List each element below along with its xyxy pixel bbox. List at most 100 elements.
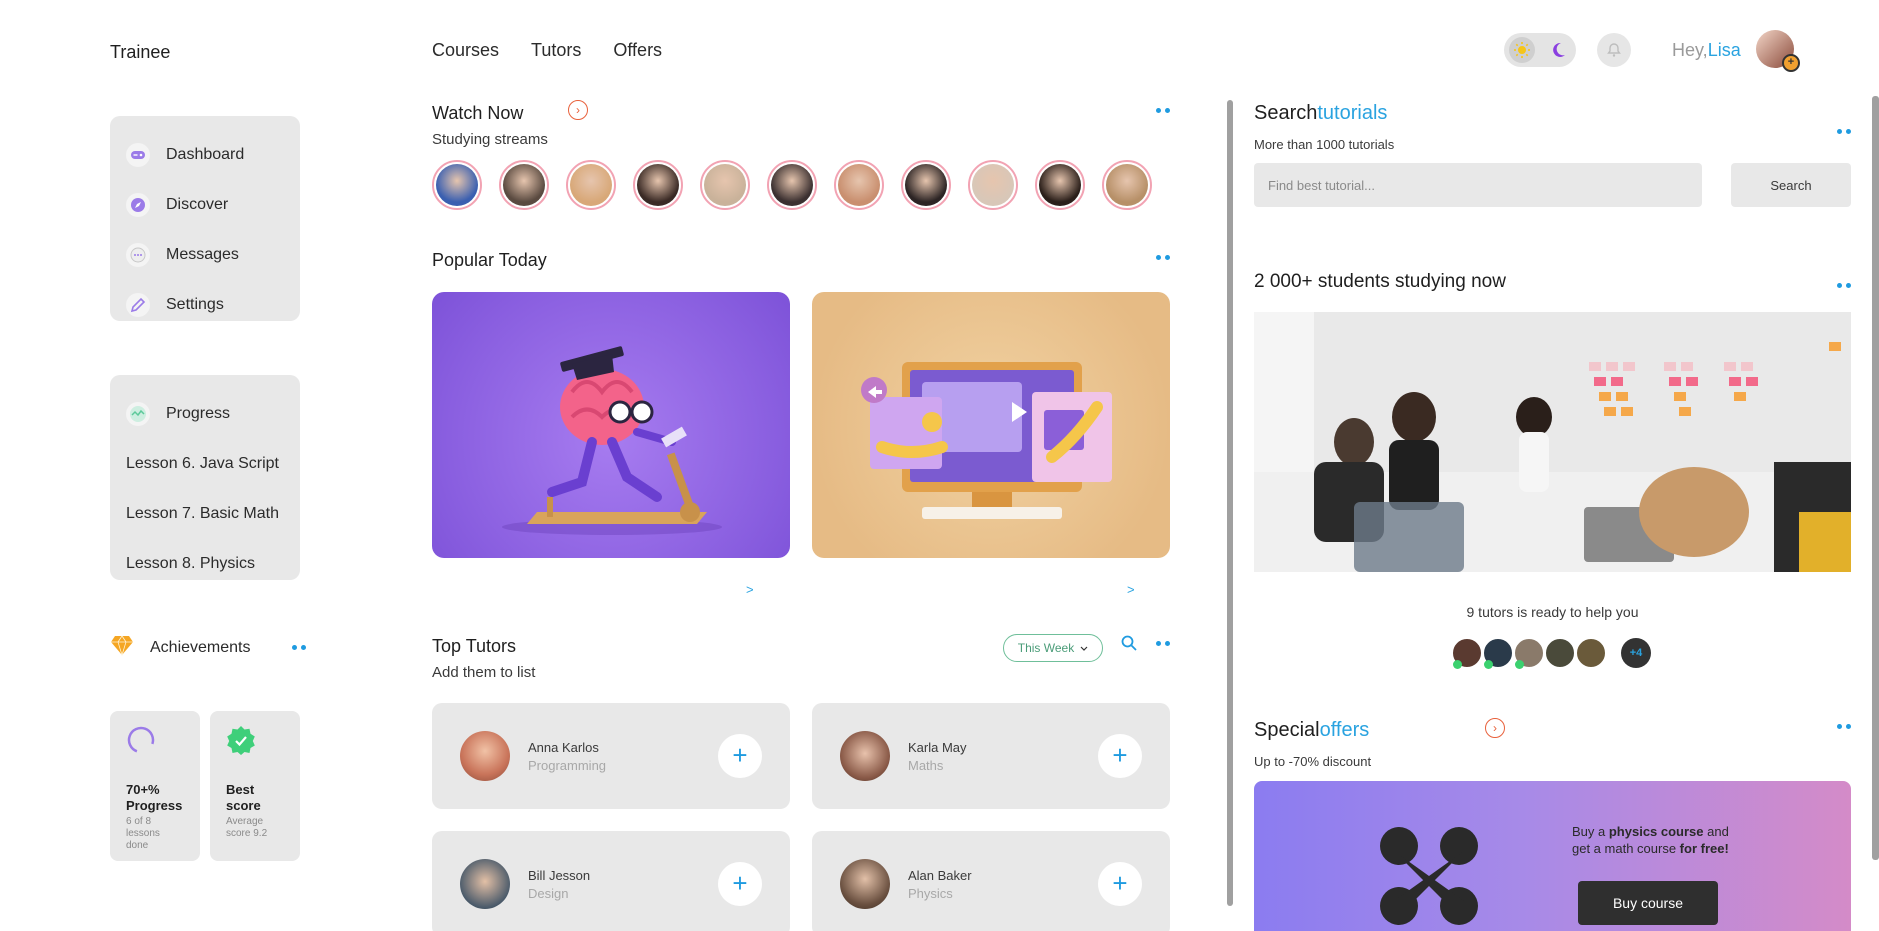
offer-promo-text: Buy a physics course and get a math cour… — [1572, 823, 1729, 857]
more-options-icon[interactable] — [292, 645, 306, 650]
computer-illustration — [861, 362, 1112, 519]
bell-icon[interactable] — [1597, 33, 1631, 67]
popular-card-computer[interactable] — [812, 292, 1170, 558]
user-name[interactable]: Lisa — [1708, 40, 1741, 60]
tutor-avatar — [840, 859, 890, 909]
stream-avatar[interactable] — [633, 160, 683, 210]
tutor-subject: Physics — [908, 885, 953, 901]
more-options-icon[interactable] — [1156, 255, 1170, 260]
more-tutors-badge[interactable]: +4 — [1621, 638, 1651, 668]
moon-icon[interactable] — [1545, 37, 1571, 63]
tutor-info: Bill Jesson Design — [528, 868, 590, 901]
stream-face — [637, 164, 679, 206]
sidebar-item-dashboard[interactable]: Dashboard — [126, 130, 284, 180]
title-main: Search — [1254, 102, 1318, 124]
achievement-card-progress[interactable]: 70+% Progress 6 of 8 lessons done — [110, 711, 200, 861]
tutors-ready-text: 9 tutors is ready to help you — [1466, 604, 1639, 620]
sidebar-item-label: Dashboard — [166, 146, 245, 163]
theme-toggle[interactable] — [1504, 33, 1576, 67]
promo-bold-free: for free! — [1679, 841, 1729, 856]
buy-course-button[interactable]: Buy course — [1578, 881, 1718, 925]
popular-card-brain[interactable] — [432, 292, 790, 558]
nav-tutors[interactable]: Tutors — [531, 40, 581, 61]
sidebar-item-messages[interactable]: Messages — [126, 230, 284, 280]
more-options-icon[interactable] — [1837, 724, 1851, 729]
online-indicator — [1515, 660, 1524, 669]
nav-offers[interactable]: Offers — [613, 40, 662, 61]
tutor-card[interactable]: Bill Jesson Design + — [432, 831, 790, 931]
stream-face — [436, 164, 478, 206]
title-accent: tutorials — [1317, 102, 1388, 124]
stream-list — [432, 160, 1152, 210]
progress-header[interactable]: Progress — [126, 389, 284, 439]
more-options-icon[interactable] — [1837, 283, 1851, 288]
progress-ring-icon — [126, 726, 156, 759]
offer-banner — [1254, 781, 1851, 931]
nav-courses[interactable]: Courses — [432, 40, 499, 61]
add-badge-icon[interactable]: + — [1782, 54, 1800, 72]
stream-avatar[interactable] — [834, 160, 884, 210]
page-scrollbar[interactable] — [1872, 96, 1879, 860]
search-input[interactable] — [1254, 163, 1702, 207]
chevron-right-icon[interactable]: > — [1127, 582, 1135, 597]
sidebar-item-label: Messages — [166, 246, 239, 263]
search-button[interactable]: Search — [1731, 163, 1851, 207]
stream-avatar[interactable] — [700, 160, 750, 210]
tutor-name: Alan Baker — [908, 867, 972, 883]
achievement-card-score[interactable]: Best score Average score 9.2 — [210, 711, 300, 861]
brain-treadmill-illustration — [502, 346, 722, 535]
stream-avatar[interactable] — [1035, 160, 1085, 210]
promo-pre: Buy a — [1572, 824, 1609, 839]
stream-avatar[interactable] — [566, 160, 616, 210]
online-indicator — [1453, 660, 1462, 669]
sidebar-item-discover[interactable]: Discover — [126, 180, 284, 230]
stream-avatar[interactable] — [1102, 160, 1152, 210]
tutor-info: Karla May Maths — [908, 740, 967, 773]
gamepad-icon — [126, 143, 150, 167]
top-tutors-title: Top Tutors — [432, 636, 517, 656]
tutor-card[interactable]: Alan Baker Physics + — [812, 831, 1170, 931]
promo-mid: and — [1703, 824, 1729, 839]
tutor-avatar-stack[interactable]: +4 — [1452, 638, 1651, 669]
add-tutor-button[interactable]: + — [1098, 862, 1142, 906]
arrow-right-icon[interactable]: › — [568, 100, 588, 120]
watch-now-title: Watch Now — [432, 103, 524, 123]
stream-avatar[interactable] — [968, 160, 1018, 210]
tutor-card[interactable]: Karla May Maths + — [812, 703, 1170, 809]
add-tutor-button[interactable]: + — [718, 862, 762, 906]
greeting-text: Hey, — [1672, 40, 1708, 60]
lesson-item[interactable]: Lesson 6. Java Script — [126, 439, 284, 489]
tutor-name: Anna Karlos — [528, 739, 599, 755]
search-tutorials-subtitle: More than 1000 tutorials — [1254, 137, 1395, 152]
stream-face — [838, 164, 880, 206]
stream-avatar[interactable] — [901, 160, 951, 210]
more-options-icon[interactable] — [1837, 129, 1851, 134]
tutor-face — [1545, 638, 1575, 668]
progress-label: Progress — [166, 405, 231, 422]
stream-avatar[interactable] — [432, 160, 482, 210]
tutor-card[interactable]: Anna Karlos Programming + — [432, 703, 790, 809]
add-tutor-button[interactable]: + — [718, 734, 762, 778]
sidebar-item-settings[interactable]: Settings — [126, 280, 284, 330]
stream-face — [704, 164, 746, 206]
search-tutorials-title: Searchtutorials — [1254, 102, 1387, 125]
more-options-icon[interactable] — [1156, 641, 1170, 646]
stream-avatar[interactable] — [767, 160, 817, 210]
tutor-info: Anna Karlos Programming — [528, 740, 606, 773]
lesson-item[interactable]: Lesson 7. Basic Math — [126, 489, 284, 539]
arrow-right-icon[interactable]: › — [1485, 718, 1505, 738]
app-logo[interactable]: Trainee — [110, 42, 170, 63]
lesson-item[interactable]: Lesson 8. Physics — [126, 539, 284, 589]
sun-icon[interactable] — [1509, 37, 1535, 63]
panel-scrollbar[interactable] — [1227, 100, 1233, 906]
chevron-right-icon[interactable]: > — [746, 582, 754, 597]
period-select[interactable]: This Week — [1003, 634, 1103, 662]
more-options-icon[interactable] — [1156, 108, 1170, 113]
top-nav: Courses Tutors Offers — [432, 40, 662, 61]
add-tutor-button[interactable]: + — [1098, 734, 1142, 778]
students-title: 2 000+ students studying now — [1254, 271, 1506, 292]
search-icon[interactable] — [1121, 635, 1137, 656]
stream-face — [570, 164, 612, 206]
stream-avatar[interactable] — [499, 160, 549, 210]
avatar[interactable]: + — [1756, 30, 1800, 72]
